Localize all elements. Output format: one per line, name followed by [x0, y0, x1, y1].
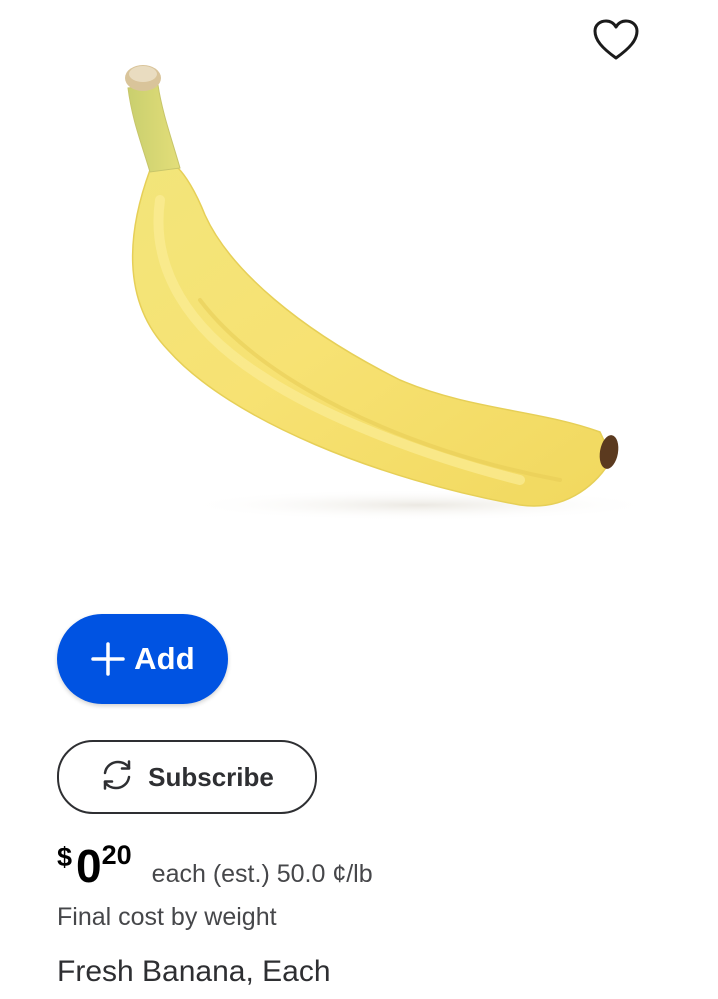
- subscribe-button[interactable]: Subscribe: [57, 740, 317, 814]
- price-cents: 20: [101, 840, 132, 870]
- price-dollars: 0: [76, 840, 102, 892]
- final-cost-note: Final cost by weight: [57, 903, 277, 931]
- price: $ 0 20 each (est.) 50.0 ¢/lb: [57, 838, 373, 894]
- product-title[interactable]: Fresh Banana, Each: [57, 955, 331, 989]
- plus-icon: [90, 641, 126, 677]
- price-unit-info: each (est.) 50.0 ¢/lb: [151, 860, 373, 888]
- product-image[interactable]: [0, 0, 718, 580]
- subscribe-button-label: Subscribe: [148, 761, 274, 792]
- product-card: Add Subscribe $ 0 20 each (est.) 50.0 ¢/…: [0, 0, 718, 999]
- refresh-icon: [100, 759, 134, 796]
- banana-image: [125, 65, 660, 521]
- heart-outline-icon: [593, 19, 639, 60]
- price-currency: $: [57, 842, 73, 872]
- add-button-label: Add: [134, 641, 195, 676]
- add-to-cart-button[interactable]: Add: [57, 614, 228, 704]
- favorite-button[interactable]: [588, 14, 644, 66]
